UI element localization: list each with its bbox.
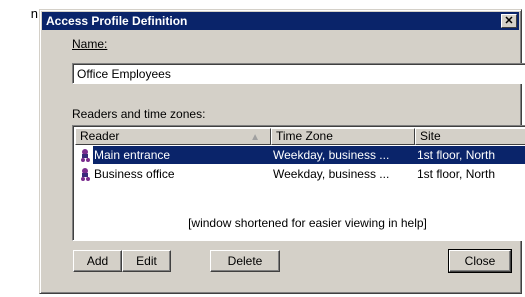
row-time-zone: Weekday, business ...: [269, 146, 413, 164]
column-header-site[interactable]: Site: [415, 128, 525, 145]
name-label-text: Name:: [72, 37, 108, 51]
access-profile-dialog: Access Profile Definition ✕ Name: Office…: [39, 9, 525, 294]
help-note: [window shortened for easier viewing in …: [188, 216, 427, 230]
row-time-zone: Weekday, business ...: [273, 167, 390, 181]
delete-button[interactable]: Delete: [210, 250, 280, 272]
card-reader-icon: [81, 149, 90, 162]
column-header-time-zone[interactable]: Time Zone: [271, 128, 415, 145]
title-bar[interactable]: Access Profile Definition ✕: [42, 12, 519, 30]
row-site: 1st floor, North: [417, 167, 496, 181]
card-reader-icon: [81, 168, 90, 181]
list-row[interactable]: Business office Weekday, business ... 1s…: [75, 165, 525, 183]
dialog-title: Access Profile Definition: [46, 14, 188, 28]
edit-button[interactable]: Edit: [122, 250, 171, 272]
list-header: Reader ▲ Time Zone Site: [75, 128, 525, 145]
add-button[interactable]: Add: [73, 250, 122, 272]
readers-label: Readers and time zones:: [72, 107, 206, 121]
name-label: Name:: [72, 37, 107, 51]
close-button[interactable]: Close: [448, 249, 512, 273]
sort-ascending-icon: ▲: [250, 132, 260, 143]
column-header-reader-label: Reader: [80, 129, 120, 143]
row-reader: Main entrance: [93, 146, 269, 164]
list-row[interactable]: Main entrance Weekday, business ... 1st …: [75, 146, 525, 164]
row-site: 1st floor, North: [413, 146, 525, 164]
column-header-reader[interactable]: Reader ▲: [75, 128, 271, 145]
row-reader: Business office: [94, 167, 175, 181]
name-field[interactable]: Office Employees: [72, 63, 525, 84]
readers-list[interactable]: Reader ▲ Time Zone Site Main entrance We…: [72, 125, 525, 241]
background-window-text: n: [30, 6, 38, 21]
close-icon[interactable]: ✕: [501, 14, 517, 28]
